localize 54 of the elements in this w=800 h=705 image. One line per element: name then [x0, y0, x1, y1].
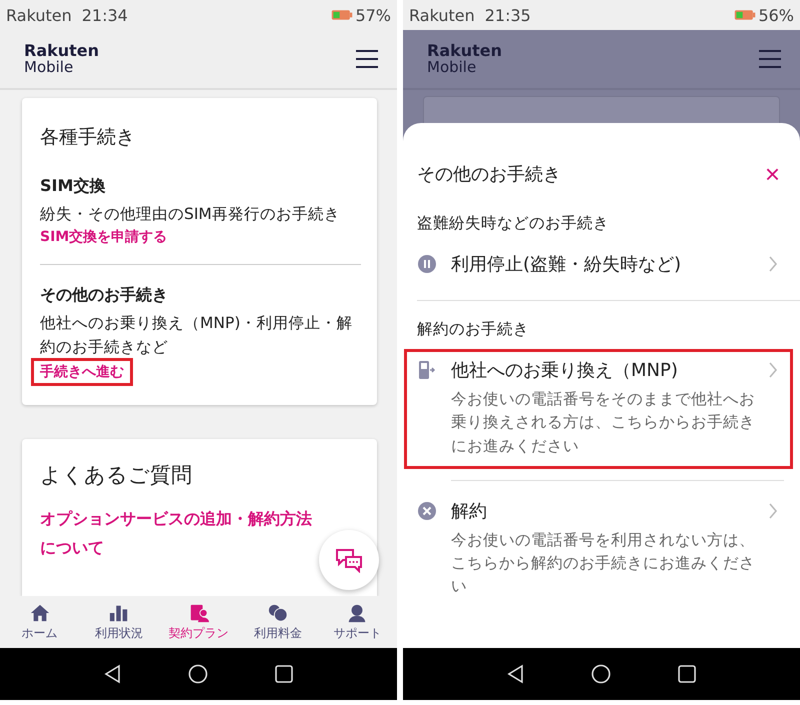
logo-subtitle: Mobile	[24, 60, 74, 76]
logo-wordmark: Rakuten	[427, 42, 502, 60]
close-button[interactable]: ×	[760, 161, 784, 187]
logo-subtitle: Mobile	[427, 60, 478, 76]
battery-percent: 57%	[355, 6, 391, 24]
nav-tab[interactable]: ホーム	[0, 596, 80, 648]
carrier-name: Rakuten	[409, 6, 475, 24]
nav-tab[interactable]: サポート	[318, 596, 398, 648]
battery-icon	[734, 9, 756, 21]
procedure-link[interactable]: 手続きへ進む	[34, 360, 130, 383]
section-description: 他社へのお乗り換え（MNP)・利用停止・解約のお手続きなど	[40, 313, 354, 358]
carrier-name: Rakuten	[6, 6, 72, 24]
nav-tab[interactable]: 利用料金	[238, 596, 318, 648]
logo-wordmark: Rakuten	[24, 42, 100, 60]
home-icon[interactable]	[188, 664, 208, 684]
back-icon[interactable]	[506, 664, 526, 684]
procedure-item[interactable]: 利用停止(盗難・紛失時など)	[417, 246, 784, 284]
status-time: 21:35	[484, 6, 531, 24]
chevron-icon	[768, 255, 778, 273]
group-heading: 解約のお手続き	[417, 319, 530, 340]
faq-link[interactable]: オプションサービスの追加・解約方法について	[40, 504, 315, 562]
card-title: よくあるご質問	[40, 462, 193, 489]
card-title: 各種手続き	[40, 125, 136, 150]
nav-tab[interactable]: 契約プラン	[158, 596, 238, 648]
menu-icon[interactable]	[355, 49, 379, 69]
item-label: 他社へのお乗り換え（MNP)	[451, 359, 679, 382]
item-description: 今お使いの電話番号をそのままで他社へお乗り換えされる方は、こちらからお手続きにお進みください	[451, 389, 756, 456]
home-icon[interactable]	[591, 664, 612, 684]
cross-circle-icon	[417, 500, 437, 521]
nav-icon	[266, 602, 289, 622]
item-label: 利用停止(盗難・紛失時など)	[451, 253, 682, 276]
sheet-title: その他のお手続き	[417, 163, 561, 186]
back-icon[interactable]	[102, 664, 123, 684]
battery-percent: 56%	[758, 6, 794, 24]
recents-icon[interactable]	[274, 664, 294, 684]
battery-icon	[331, 9, 354, 21]
group-heading: 盗難紛失時などのお手続き	[417, 213, 610, 234]
phone-arrow-icon	[417, 360, 437, 380]
nav-tab[interactable]: 利用状況	[79, 596, 159, 648]
nav-icon	[28, 602, 51, 622]
section-heading: その他のお手続き	[40, 285, 169, 306]
chat-bubbles-icon	[334, 547, 364, 573]
procedure-link[interactable]: SIM交換を申請する	[40, 226, 168, 248]
section-description: 紛失・その他理由のSIM再発行のお手続き	[40, 204, 341, 225]
chevron-icon	[768, 502, 778, 520]
status-time: 21:34	[82, 6, 128, 24]
item-description: 今お使いの電話番号を利用されない方は、こちらから解約のお手続きにお進みください	[451, 530, 756, 598]
section-heading: SIM交換	[40, 176, 106, 197]
recents-icon[interactable]	[677, 664, 698, 684]
chevron-icon	[768, 361, 778, 379]
procedure-item[interactable]: 解約 今お使いの電話番号を利用されない方は、こちらから解約のお手続きにお進みください	[451, 480, 784, 606]
item-label: 解約	[451, 500, 488, 523]
procedure-item[interactable]: 他社へのお乗り換え（MNP) 今お使いの電話番号をそのままで他社へお乗り換えされる方は、こちらからお手続きにお進みください	[407, 352, 790, 466]
pause-icon	[417, 254, 437, 274]
